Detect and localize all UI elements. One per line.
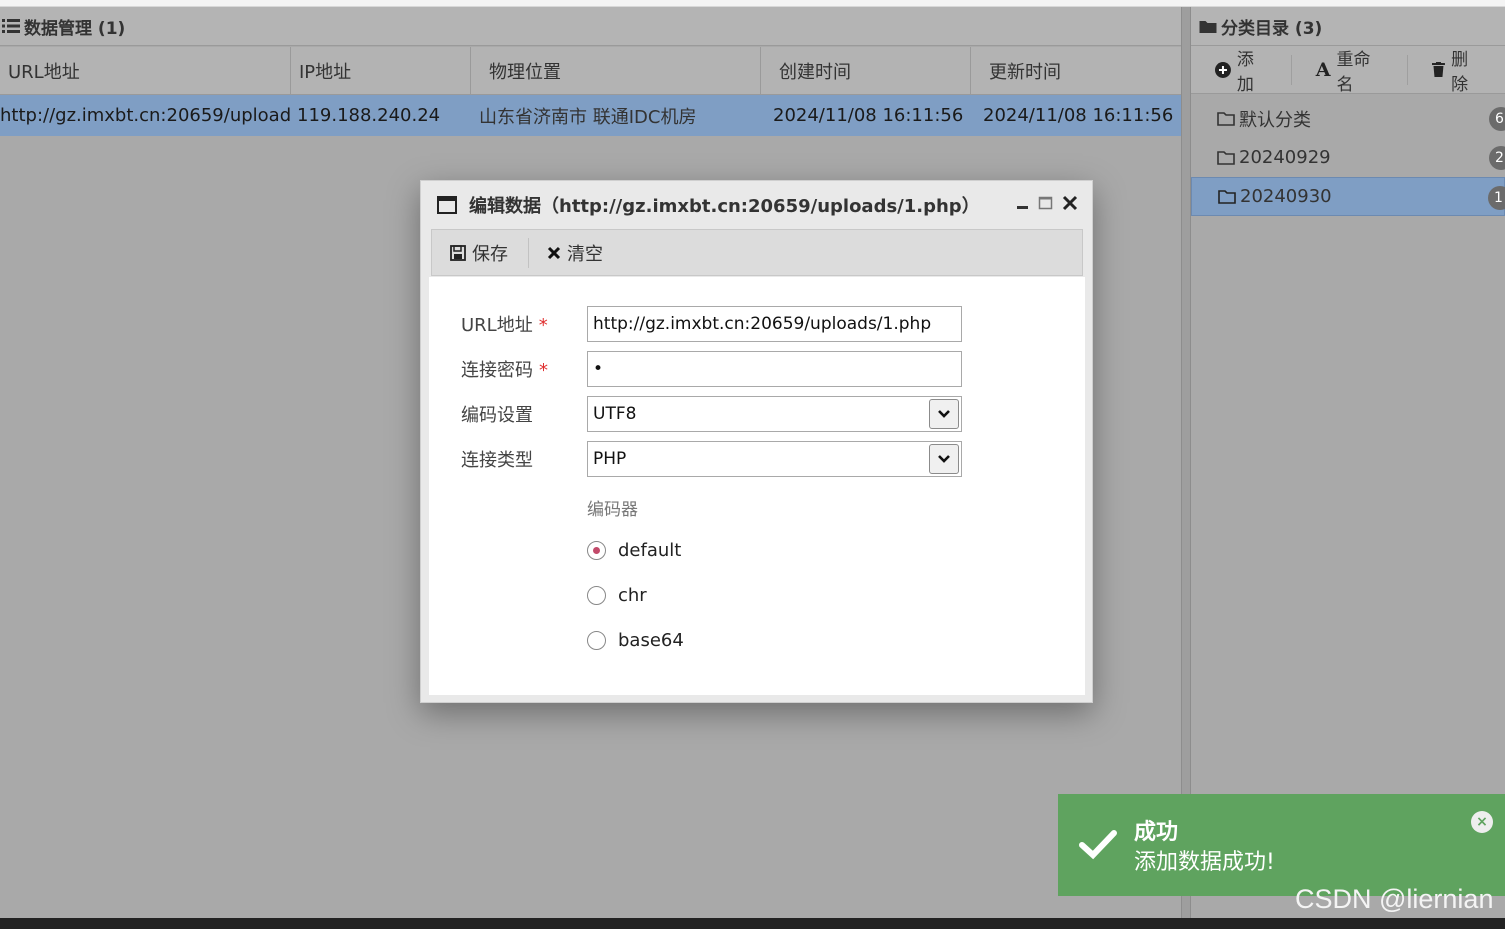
- edit-data-dialog: 编辑数据（http://gz.imxbt.cn:20659/uploads/1.…: [420, 180, 1093, 703]
- column-ip[interactable]: IP地址: [291, 47, 471, 95]
- type-select[interactable]: PHP: [587, 441, 962, 477]
- bottom-edge: [0, 918, 1505, 929]
- category-panel-title: 分类目录 (3): [1221, 18, 1323, 39]
- chevron-down-icon[interactable]: [929, 444, 959, 474]
- password-label: 连接密码 *: [461, 360, 548, 381]
- category-count-badge: 2: [1489, 146, 1505, 170]
- folder-icon: [1199, 21, 1217, 33]
- url-label: URL地址 *: [461, 315, 548, 336]
- minimize-icon[interactable]: [1016, 195, 1030, 211]
- column-updated[interactable]: 更新时间: [971, 47, 1181, 95]
- column-url[interactable]: URL地址: [0, 47, 291, 95]
- close-icon[interactable]: [1062, 195, 1078, 211]
- column-created[interactable]: 创建时间: [761, 47, 971, 95]
- radio-label: chr: [618, 584, 647, 606]
- category-tree: 默认分类 6 20240929 2 20240930 1: [1191, 94, 1505, 216]
- category-toolbar: 添加 A 重命名 删除: [1191, 46, 1505, 95]
- floppy-disk-icon: [450, 244, 466, 261]
- url-input[interactable]: http://gz.imxbt.cn:20659/uploads/1.php: [587, 306, 962, 342]
- save-label: 保存: [472, 243, 508, 265]
- required-mark: *: [538, 315, 548, 336]
- dialog-title: 编辑数据（http://gz.imxbt.cn:20659/uploads/1.…: [469, 196, 980, 217]
- table-row[interactable]: http://gz.imxbt.cn:20659/uploads/1.php 1…: [0, 95, 1181, 136]
- dialog-titlebar[interactable]: 编辑数据（http://gz.imxbt.cn:20659/uploads/1.…: [421, 181, 1092, 229]
- delete-category-button[interactable]: 删除: [1408, 50, 1505, 95]
- list-icon: [2, 19, 20, 33]
- rename-label: 重命名: [1336, 49, 1371, 95]
- panel-splitter[interactable]: [1181, 7, 1191, 918]
- folder-outline-icon: [1217, 150, 1235, 165]
- folder-outline-icon: [1218, 189, 1236, 204]
- cell-updated: 2024/11/08 16:11:56: [983, 105, 1174, 126]
- trash-icon: [1432, 62, 1446, 77]
- window-controls: [1016, 195, 1078, 211]
- cell-ip: 119.188.240.24: [297, 105, 441, 126]
- password-input[interactable]: •: [587, 351, 962, 387]
- chevron-down-icon[interactable]: [929, 399, 959, 429]
- x-icon: [547, 246, 561, 259]
- toast-close-button[interactable]: ×: [1471, 811, 1493, 833]
- top-edge: [0, 0, 1505, 7]
- cell-url: http://gz.imxbt.cn:20659/uploads/1.php: [0, 105, 291, 126]
- dialog-form: URL地址 * http://gz.imxbt.cn:20659/uploads/…: [429, 277, 1085, 695]
- data-panel-header: 数据管理 (1): [0, 7, 1181, 46]
- category-item-20240930[interactable]: 20240930 1: [1191, 177, 1505, 216]
- encoding-label: 编码设置: [461, 405, 533, 426]
- radio-option-chr[interactable]: chr: [587, 581, 647, 609]
- category-name: 20240929: [1239, 147, 1331, 168]
- radio-unselected-icon[interactable]: [587, 630, 606, 650]
- delete-label: 删除: [1451, 49, 1469, 95]
- radio-label: base64: [618, 629, 684, 651]
- add-category-button[interactable]: 添加: [1191, 50, 1292, 95]
- password-row: 连接密码 * •: [461, 351, 981, 387]
- rename-category-button[interactable]: A 重命名: [1292, 50, 1409, 95]
- radio-unselected-icon[interactable]: [587, 585, 606, 605]
- radio-selected-icon[interactable]: [587, 540, 606, 560]
- clear-label: 清空: [567, 243, 603, 265]
- plus-circle-icon: [1215, 61, 1231, 78]
- category-count-badge: 1: [1488, 186, 1505, 210]
- toast-message: 添加数据成功!: [1134, 850, 1275, 875]
- encoder-title: 编码器: [587, 500, 638, 520]
- encoding-row: 编码设置 UTF8: [461, 396, 981, 432]
- add-label: 添加: [1236, 49, 1254, 95]
- font-a-icon: A: [1315, 58, 1331, 81]
- clear-button[interactable]: 清空: [529, 238, 623, 268]
- category-name: 默认分类: [1239, 109, 1311, 131]
- folder-outline-icon: [1217, 111, 1235, 126]
- encoding-value: UTF8: [593, 404, 637, 424]
- window-icon: [437, 196, 457, 214]
- column-location[interactable]: 物理位置: [471, 47, 761, 95]
- url-row: URL地址 * http://gz.imxbt.cn:20659/uploads/…: [461, 306, 981, 342]
- type-row: 连接类型 PHP: [461, 441, 981, 477]
- category-name: 20240930: [1240, 186, 1332, 207]
- check-icon: [1079, 830, 1117, 860]
- type-label: 连接类型: [461, 450, 533, 471]
- data-panel-title: 数据管理 (1): [24, 18, 126, 39]
- category-item-default[interactable]: 默认分类 6: [1191, 99, 1505, 138]
- dialog-toolbar: 保存 清空: [431, 229, 1083, 276]
- radio-option-base64[interactable]: base64: [587, 626, 684, 654]
- toast-title: 成功: [1134, 820, 1179, 845]
- radio-option-default[interactable]: default: [587, 536, 681, 564]
- category-panel: 分类目录 (3) 添加 A 重命名 删除 默认分类 6 20240929 2 2…: [1191, 7, 1505, 918]
- required-mark: *: [539, 360, 548, 381]
- radio-label: default: [618, 539, 682, 561]
- encoding-select[interactable]: UTF8: [587, 396, 962, 432]
- category-count-badge: 6: [1489, 107, 1505, 131]
- cell-location: 山东省济南市 联通IDC机房: [479, 106, 697, 128]
- type-value: PHP: [593, 449, 627, 469]
- data-grid-header: URL地址 IP地址 物理位置 创建时间 更新时间: [0, 47, 1181, 95]
- cell-created: 2024/11/08 16:11:56: [773, 105, 964, 126]
- watermark: CSDN @liernian: [1295, 884, 1494, 914]
- success-toast: 成功 添加数据成功! ×: [1058, 794, 1505, 896]
- save-button[interactable]: 保存: [432, 237, 529, 268]
- category-item-20240929[interactable]: 20240929 2: [1191, 138, 1505, 177]
- category-panel-header: 分类目录 (3): [1191, 7, 1505, 46]
- maximize-icon[interactable]: [1038, 195, 1054, 211]
